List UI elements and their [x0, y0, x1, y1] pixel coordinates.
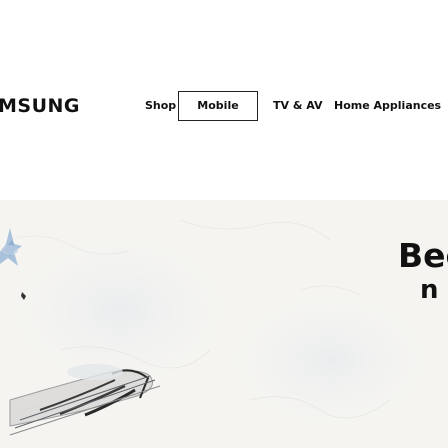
hero-title: Bec — [398, 236, 448, 275]
nav-item-tv-av[interactable]: TV & AV — [273, 90, 323, 122]
sketch-shape — [9, 369, 161, 436]
brand-logo[interactable]: MSUNG — [0, 93, 80, 119]
site-header: MSUNG Shop Mobile TV & AV Home Appliance… — [0, 0, 448, 200]
nav-item-shop[interactable]: Shop — [145, 90, 176, 122]
nav-item-mobile[interactable]: Mobile — [178, 91, 258, 121]
light-blob — [67, 364, 123, 380]
nav-item-home-appliances[interactable]: Home Appliances — [334, 90, 441, 122]
page: MSUNG Shop Mobile TV & AV Home Appliance… — [0, 0, 448, 448]
hero-banner[interactable]: Bec n — [0, 200, 448, 448]
blue-splash — [0, 228, 22, 266]
hero-subtitle: n — [420, 275, 439, 305]
dark-mark — [21, 292, 26, 300]
hero-illustration — [0, 228, 161, 436]
